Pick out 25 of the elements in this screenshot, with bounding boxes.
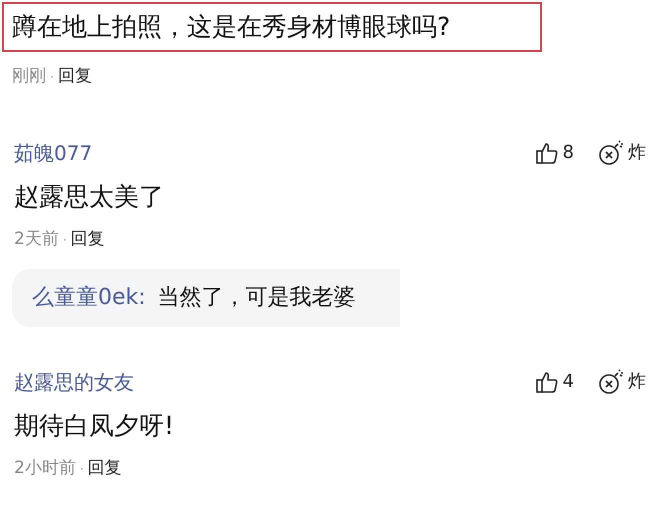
comment-text: 期待白凤夕呀! bbox=[14, 410, 176, 442]
reply-link[interactable]: 回复 bbox=[70, 227, 105, 252]
reply-username: 么童童0ek: bbox=[32, 284, 146, 312]
timestamp: 2小时前 bbox=[14, 457, 76, 480]
thumbs-up-icon[interactable] bbox=[534, 140, 559, 164]
bomb-icon[interactable] bbox=[598, 368, 624, 394]
separator-dot: · bbox=[62, 232, 67, 249]
timestamp: 2天前 bbox=[14, 228, 59, 251]
like-count: 4 bbox=[562, 370, 574, 394]
comment-text: 赵露思太美了 bbox=[14, 180, 165, 212]
separator-dot: · bbox=[80, 460, 84, 478]
reply-text: 当然了，可是我老婆 bbox=[158, 284, 356, 312]
username[interactable]: 茹魄077 bbox=[14, 138, 92, 168]
bomb-label[interactable]: 炸 bbox=[628, 368, 646, 395]
username[interactable]: 赵露思的女友 bbox=[14, 366, 134, 396]
timestamp: 刚刚 bbox=[12, 65, 46, 88]
highlighted-comment: 蹲在地上拍照，这是在秀身材博眼球吗? bbox=[2, 2, 542, 52]
separator-dot: · bbox=[50, 68, 54, 86]
bomb-label[interactable]: 炸 bbox=[628, 139, 646, 166]
thumbs-up-icon[interactable] bbox=[534, 370, 559, 394]
bomb-icon[interactable] bbox=[598, 140, 624, 166]
reply-link[interactable]: 回复 bbox=[88, 456, 122, 482]
reply-preview[interactable]: 么童童0ek: 当然了，可是我老婆 bbox=[12, 268, 400, 326]
like-count: 8 bbox=[562, 141, 574, 165]
reply-link[interactable]: 回复 bbox=[58, 64, 92, 90]
